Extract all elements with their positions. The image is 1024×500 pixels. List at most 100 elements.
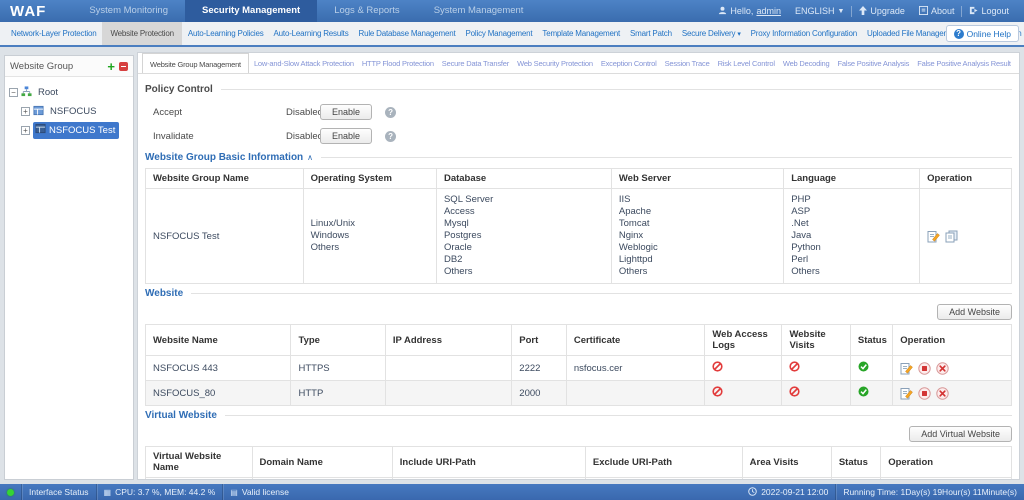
subnav-auto-learning-policies[interactable]: Auto-Learning Policies (184, 22, 268, 45)
upgrade-button[interactable]: Upgrade (852, 5, 912, 17)
upgrade-icon (859, 5, 868, 17)
operation-cell (892, 355, 1012, 381)
certificate-cell (565, 380, 706, 406)
port-cell: 2000 (511, 380, 567, 406)
web-access-logs-cell (704, 355, 783, 381)
col-header: Status (849, 324, 894, 356)
subnav-website-protection[interactable]: Website Protection (102, 22, 182, 45)
subnav-policy-management[interactable]: Policy Management (462, 22, 537, 45)
add-website-button[interactable]: Add Website (937, 304, 1012, 320)
collapse-expander-icon[interactable]: − (9, 88, 18, 97)
about-button[interactable]: About (912, 5, 962, 17)
tab-web-decoding[interactable]: Web Decoding (780, 53, 833, 73)
topnav-logs-reports[interactable]: Logs & Reports (317, 0, 416, 22)
app-logo: WAF (10, 3, 47, 20)
tab-false-positive-analysis-result[interactable]: False Positive Analysis Result (914, 53, 1014, 73)
website-table: Website Name Type IP Address Port Certif… (144, 324, 1012, 406)
invalidate-enable-button[interactable]: Enable (320, 128, 373, 144)
tab-low-and-slow-attack-protection[interactable]: Low-and-Slow Attack Protection (251, 53, 357, 73)
subnav-auto-learning-results[interactable]: Auto-Learning Results (270, 22, 353, 45)
accept-enable-button[interactable]: Enable (320, 104, 373, 120)
website-section-header: Website (145, 288, 1012, 299)
type-cell: HTTPS (290, 355, 386, 381)
divider (321, 157, 1012, 158)
ok-icon (858, 361, 869, 375)
logout-button[interactable]: Logout (962, 6, 1016, 17)
tab-risk-level-control[interactable]: Risk Level Control (715, 53, 778, 73)
type-cell: HTTP (290, 380, 386, 406)
web-server-cell: IIS Apache Tomcat Nginx Weblogic Lighttp… (610, 188, 785, 284)
tab-session-trace[interactable]: Session Trace (662, 53, 713, 73)
topnav-system-management[interactable]: System Management (417, 0, 541, 22)
tab-session-block[interactable]: Session Block (1016, 53, 1020, 73)
subnav-secure-delivery[interactable]: Secure Delivery ▾ (678, 22, 745, 45)
tree-node-root[interactable]: − Root (9, 83, 129, 102)
port-cell: 2222 (511, 355, 567, 381)
virtual-website-section-header: Virtual Website (145, 410, 1012, 421)
col-header: IP Address (384, 324, 513, 356)
logout-icon (969, 6, 979, 17)
subnav-network-layer-protection[interactable]: Network-Layer Protection (7, 22, 100, 45)
exclude-uri-path-cell (584, 477, 743, 479)
username[interactable]: admin (756, 6, 781, 16)
help-icon[interactable]: ? (385, 130, 397, 142)
col-header: Website Group Name (145, 168, 304, 189)
delete-icon[interactable] (936, 386, 949, 400)
edit-icon[interactable] (900, 387, 914, 400)
green-status-icon (7, 488, 14, 496)
expand-expander-icon[interactable]: + (21, 126, 30, 135)
stop-icon[interactable] (918, 361, 931, 375)
status-cell (830, 477, 882, 479)
col-header: Operation (919, 168, 1012, 189)
main-panel: Website Group Management Low-and-Slow At… (137, 52, 1020, 480)
subnav-template-management[interactable]: Template Management (538, 22, 624, 45)
sidebar-title: Website Group (10, 60, 74, 72)
add-group-icon[interactable]: + (107, 60, 115, 73)
tree-node-nsfocus-test[interactable]: + NSFOCUS Test (9, 121, 129, 140)
table-row: NSFOCUS_80 HTTP 2000 (144, 380, 1012, 406)
col-header: Exclude URI-Path (584, 446, 743, 478)
copy-icon[interactable] (945, 230, 958, 243)
tab-false-positive-analysis[interactable]: False Positive Analysis (835, 53, 913, 73)
subnav-proxy-information-configuration[interactable]: Proxy Information Configuration (747, 22, 861, 45)
topnav-system-monitoring[interactable]: System Monitoring (72, 0, 185, 22)
policy-row-invalidate: Invalidate Disabled Enable ? (145, 124, 1012, 148)
expand-expander-icon[interactable]: + (21, 107, 30, 116)
tab-content: Policy Control Accept Disabled Enable ? … (138, 74, 1019, 479)
tab-web-security-protection[interactable]: Web Security Protection (514, 53, 596, 73)
delete-icon[interactable] (936, 361, 949, 375)
collapse-icon[interactable]: ∧ (307, 153, 313, 162)
tab-website-group-management[interactable]: Website Group Management (142, 53, 249, 73)
delete-group-icon[interactable] (119, 61, 128, 71)
section-title: Policy Control (145, 84, 213, 95)
edit-icon[interactable] (900, 362, 914, 375)
col-header: Operating System (302, 168, 437, 189)
interface-status[interactable]: Interface Status (22, 484, 96, 500)
col-header: Status (830, 446, 882, 478)
help-icon[interactable]: ? (385, 106, 397, 118)
license-status: ▤ Valid license (230, 487, 289, 497)
add-virtual-website-button[interactable]: Add Virtual Website (909, 426, 1012, 442)
col-header: Virtual Website Name (145, 446, 253, 478)
edit-icon[interactable] (927, 230, 941, 243)
tree-node-nsfocus[interactable]: + NSFOCUS (9, 102, 129, 121)
invalidate-status: Disabled (286, 130, 323, 142)
col-header: Certificate (565, 324, 706, 356)
tab-http-flood-protection[interactable]: HTTP Flood Protection (359, 53, 437, 73)
tab-secure-data-transfer[interactable]: Secure Data Transfer (439, 53, 512, 73)
language-select[interactable]: ENGLISH ▼ (788, 6, 851, 16)
subnav-smart-patch[interactable]: Smart Patch (626, 22, 676, 45)
table-header-row: Website Name Type IP Address Port Certif… (144, 324, 1012, 356)
table-header-row: Virtual Website Name Domain Name Include… (145, 446, 1012, 478)
org-tree-icon (21, 85, 32, 100)
divider (191, 293, 1012, 294)
user-greeting[interactable]: Hello, admin (711, 6, 788, 17)
online-help-button[interactable]: ? Online Help (945, 25, 1019, 42)
stop-icon[interactable] (918, 386, 931, 400)
tab-exception-control[interactable]: Exception Control (598, 53, 660, 73)
section-title: Virtual Website (145, 410, 217, 421)
operation-cell (919, 188, 1012, 284)
topnav-security-management[interactable]: Security Management (185, 0, 318, 22)
virtual-website-name-cell: NSFOCUS (145, 477, 253, 479)
subnav-rule-database-management[interactable]: Rule Database Management (355, 22, 460, 45)
